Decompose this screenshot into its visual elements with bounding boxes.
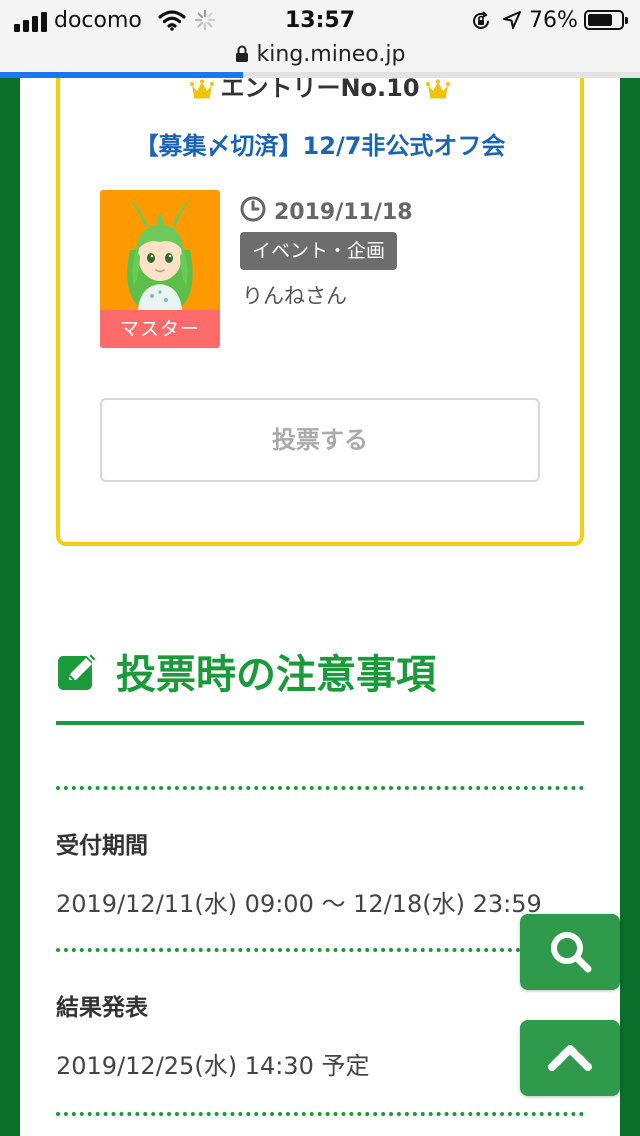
clock-icon	[240, 196, 266, 228]
scroll-to-top-button[interactable]	[520, 1020, 620, 1096]
post-date: 2019/11/18	[240, 196, 413, 228]
battery-icon	[584, 10, 628, 30]
location-icon	[502, 10, 522, 34]
crown-icon	[425, 78, 450, 105]
url-text: king.mineo.jp	[256, 42, 406, 67]
edit-icon	[56, 650, 100, 698]
divider	[56, 786, 584, 790]
entry-title-link[interactable]: 【募集〆切済】12/7非公式オフ会	[60, 126, 580, 161]
rotation-lock-icon	[470, 10, 492, 36]
crown-icon	[190, 78, 215, 105]
post-date-text: 2019/11/18	[274, 200, 413, 225]
reception-period-value: 2019/12/11(水) 09:00 ～ 12/18(水) 23:59	[56, 890, 542, 918]
author-name[interactable]: りんねさん	[242, 280, 347, 310]
result-announcement-value: 2019/12/25(水) 14:30 予定	[56, 1052, 370, 1080]
avatar[interactable]: マスター	[100, 190, 220, 348]
search-icon	[551, 932, 592, 973]
divider	[56, 1112, 584, 1116]
url-display: king.mineo.jp	[0, 42, 640, 69]
chevron-up-icon	[548, 1045, 592, 1071]
padlock-icon	[235, 44, 249, 69]
battery-percent: 76%	[529, 8, 578, 33]
heading-underline	[56, 721, 584, 725]
role-badge: マスター	[100, 310, 220, 348]
avatar-image	[127, 200, 193, 310]
section-heading-text: 投票時の注意事項	[116, 652, 436, 698]
entry-heading: エントリーNo.10	[60, 78, 580, 105]
search-button[interactable]	[520, 914, 620, 990]
entry-number: エントリーNo.10	[220, 78, 420, 102]
category-tag[interactable]: イベント・企画	[240, 232, 398, 270]
reception-period-label: 受付期間	[56, 833, 148, 859]
status-bar: docomo 13:57 76%	[0, 0, 640, 42]
vote-button[interactable]: 投票する	[100, 398, 540, 482]
divider	[56, 948, 584, 952]
entry-card: エントリーNo.10 【募集〆切済】12/7非公式オフ会 マスター 2019/1…	[56, 78, 584, 546]
result-announcement-label: 結果発表	[56, 995, 148, 1021]
